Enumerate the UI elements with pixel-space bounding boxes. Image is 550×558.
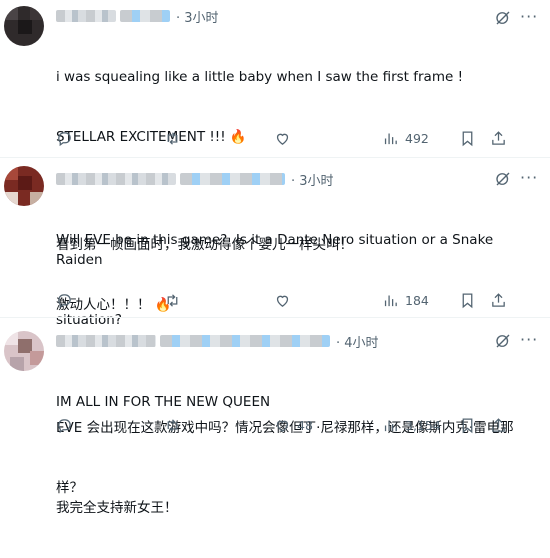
username-blurred[interactable] — [56, 10, 116, 22]
action-bar: 492 — [56, 128, 496, 148]
grok-icon[interactable] — [494, 332, 512, 350]
text-line: IM ALL IN FOR THE NEW QUEEN — [56, 394, 271, 410]
avatar[interactable] — [4, 166, 44, 206]
grok-icon[interactable] — [494, 9, 512, 27]
like-button[interactable] — [274, 128, 297, 148]
bookmark-icon — [462, 292, 473, 308]
like-button[interactable]: 48 — [274, 415, 313, 435]
timestamp[interactable]: · 3小时 — [176, 7, 219, 26]
username-blurred[interactable] — [56, 335, 156, 347]
handle-blurred[interactable] — [180, 173, 285, 185]
reply-icon — [58, 131, 71, 146]
handle-blurred[interactable] — [160, 335, 330, 347]
retweet-button[interactable] — [164, 128, 181, 148]
grok-icon[interactable] — [494, 170, 512, 188]
share-button[interactable] — [490, 290, 507, 310]
retweet-icon — [167, 131, 178, 145]
text-line: Will EVE be in this game? Is it a Dante … — [56, 232, 498, 268]
text-line — [56, 452, 526, 458]
timestamp[interactable]: · 3小时 — [291, 170, 334, 189]
retweet-icon — [167, 418, 178, 432]
tweet-header: · 3小时 — [56, 7, 219, 26]
share-icon — [492, 130, 505, 145]
bookmark-icon — [462, 130, 473, 146]
share-button[interactable] — [490, 128, 507, 148]
reply-icon — [58, 293, 71, 308]
text-line: i was squealing like a little baby when … — [56, 69, 463, 85]
action-bar: 184 — [56, 290, 496, 310]
heart-icon — [276, 133, 289, 145]
share-icon — [492, 292, 505, 307]
reply-button[interactable] — [56, 128, 73, 148]
reply-icon — [58, 418, 71, 433]
views-icon — [384, 420, 397, 431]
action-bar: 48 3,154 — [56, 415, 496, 435]
reply-button[interactable] — [56, 415, 73, 435]
avatar[interactable] — [4, 331, 44, 371]
more-icon[interactable]: ··· — [520, 331, 538, 349]
tweet-1[interactable]: · 3小时 ··· i was squealing like a little … — [0, 0, 550, 313]
share-button[interactable] — [490, 415, 507, 435]
more-icon[interactable]: ··· — [520, 8, 538, 26]
timestamp[interactable]: · 4小时 — [336, 332, 379, 351]
retweet-button[interactable] — [164, 415, 181, 435]
views-count: 3,154 — [405, 417, 441, 433]
tweet-2[interactable]: · 3小时 ··· Will EVE be in this game? Is i… — [0, 158, 550, 496]
bookmark-button[interactable] — [459, 128, 476, 148]
views-count: 492 — [405, 130, 429, 146]
views-icon — [384, 133, 397, 144]
reply-button[interactable] — [56, 290, 73, 310]
bookmark-button[interactable] — [459, 290, 476, 310]
tweet-header: · 4小时 — [56, 332, 379, 351]
heart-icon — [276, 295, 289, 307]
tweet-text: IM ALL IN FOR THE NEW QUEEN 我完全支持新女王！ — [56, 352, 526, 558]
views-button[interactable]: 184 — [382, 290, 429, 310]
like-button[interactable] — [274, 290, 297, 310]
handle-blurred[interactable] — [120, 10, 170, 22]
views-button[interactable]: 3,154 — [382, 415, 441, 435]
username-blurred[interactable] — [56, 173, 176, 185]
bookmark-button[interactable] — [459, 415, 476, 435]
retweet-icon — [167, 293, 178, 307]
tweet-header: · 3小时 — [56, 170, 334, 189]
views-button[interactable]: 492 — [382, 128, 429, 148]
views-icon — [384, 295, 397, 306]
heart-icon — [276, 420, 289, 432]
bookmark-icon — [462, 417, 473, 433]
text-line: 我完全支持新女王！ — [56, 500, 178, 516]
like-count: 48 — [297, 417, 313, 433]
retweet-button[interactable] — [164, 290, 181, 310]
views-count: 184 — [405, 292, 429, 308]
avatar[interactable] — [4, 6, 44, 46]
tweet-3[interactable]: · 4小时 ··· IM ALL IN FOR THE NEW QUEEN 我完… — [0, 318, 550, 516]
share-icon — [492, 417, 505, 432]
more-icon[interactable]: ··· — [520, 169, 538, 187]
